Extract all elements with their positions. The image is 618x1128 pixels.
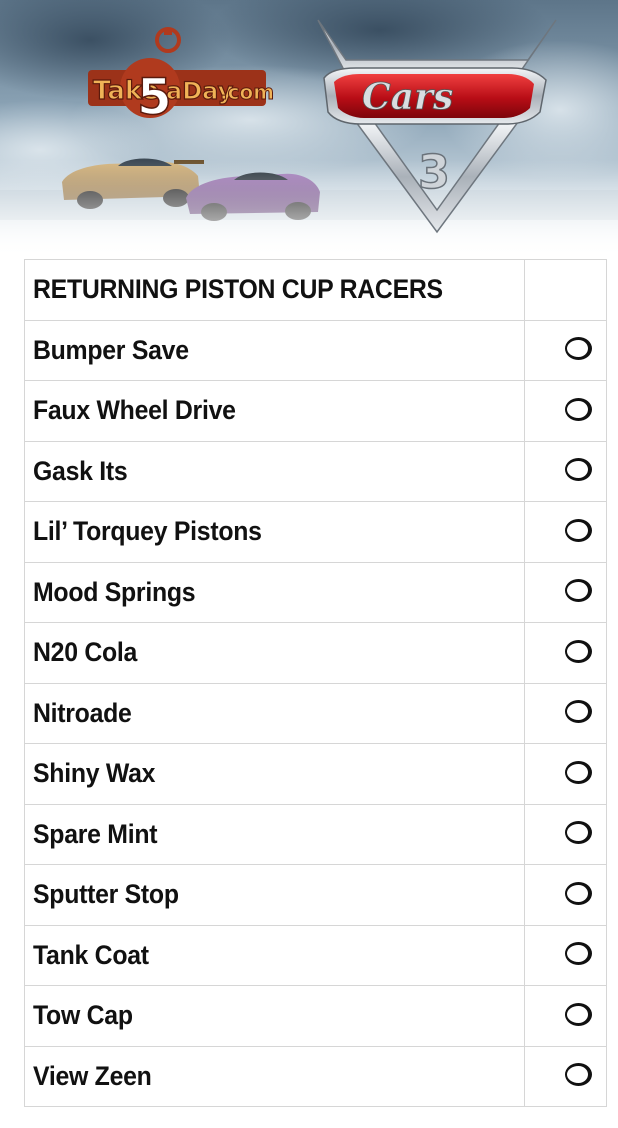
checklist-checkbox-cell	[524, 864, 607, 926]
checklist-checkbox-cell	[524, 743, 607, 805]
checkbox-circle-icon[interactable]	[565, 700, 592, 724]
checklist-header-label: RETURNING PISTON CUP RACERS	[33, 274, 443, 305]
checkbox-circle-icon[interactable]	[565, 337, 592, 361]
checklist-item-name: Gask Its	[33, 455, 128, 486]
logo-text-com: .com	[220, 80, 274, 104]
checklist-checkbox-cell	[524, 985, 607, 1047]
header-banner: Take 5 aDay .com Cars 3	[0, 0, 618, 258]
checklist-item-name: Faux Wheel Drive	[33, 395, 236, 426]
checklist-item-name-cell: N20 Cola	[24, 622, 525, 684]
checklist-row: Gask Its	[24, 440, 607, 502]
checklist-row: Bumper Save	[24, 319, 607, 381]
checklist-header-blank	[524, 259, 607, 321]
cars-number: 3	[418, 145, 450, 199]
checklist-checkbox-cell	[524, 622, 607, 684]
checkbox-circle-icon[interactable]	[565, 1063, 592, 1087]
checkbox-circle-icon[interactable]	[565, 1002, 592, 1026]
checklist-checkbox-cell	[524, 380, 607, 442]
checklist-item-name-cell: Spare Mint	[24, 803, 525, 865]
checkbox-circle-icon[interactable]	[565, 518, 592, 542]
checklist-header: RETURNING PISTON CUP RACERS	[24, 259, 525, 321]
checklist-row: Spare Mint	[24, 803, 607, 865]
checklist-item-name: Mood Springs	[33, 576, 196, 607]
checklist-item-name: N20 Cola	[33, 637, 138, 668]
checklist-item-name: Bumper Save	[33, 334, 189, 365]
checklist-item-name-cell: Faux Wheel Drive	[24, 380, 525, 442]
checklist-item-name-cell: Tank Coat	[24, 924, 525, 986]
checklist-item-name: Tow Cap	[33, 1000, 133, 1031]
cars-wordmark: Cars	[362, 76, 453, 118]
checklist-item-name-cell: View Zeen	[24, 1045, 525, 1107]
checklist-item-name-cell: Shiny Wax	[24, 743, 525, 805]
checkbox-circle-icon[interactable]	[565, 760, 592, 784]
checkbox-circle-icon[interactable]	[565, 397, 592, 421]
checklist-row: Tank Coat	[24, 924, 607, 986]
checklist-row: Tow Cap	[24, 985, 607, 1047]
checklist-row: Lil’ Torquey Pistons	[24, 501, 607, 563]
checkbox-circle-icon[interactable]	[565, 942, 592, 966]
checklist-item-name-cell: Bumper Save	[24, 319, 525, 381]
checklist-item-name-cell: Tow Cap	[24, 985, 525, 1047]
checklist-item-name: Tank Coat	[33, 939, 149, 970]
checklist-checkbox-cell	[524, 561, 607, 623]
checklist-item-name-cell: Lil’ Torquey Pistons	[24, 501, 525, 563]
checkbox-circle-icon[interactable]	[565, 881, 592, 905]
checklist-checkbox-cell	[524, 501, 607, 563]
checklist-item-name: Shiny Wax	[33, 758, 156, 789]
checklist-header-row: RETURNING PISTON CUP RACERS	[24, 259, 607, 321]
checklist-item-name-cell: Sputter Stop	[24, 864, 525, 926]
checkbox-circle-icon[interactable]	[565, 579, 592, 603]
checklist-checkbox-cell	[524, 803, 607, 865]
checkbox-circle-icon[interactable]	[565, 821, 592, 845]
checklist-checkbox-cell	[524, 682, 607, 744]
checklist-checkbox-cell	[524, 1045, 607, 1107]
checklist-row: Mood Springs	[24, 561, 607, 623]
checklist-checkbox-cell	[524, 319, 607, 381]
checkbox-circle-icon[interactable]	[565, 458, 592, 482]
checklist-checkbox-cell	[524, 924, 607, 986]
checkbox-circle-icon[interactable]	[565, 639, 592, 663]
checklist-item-name: Sputter Stop	[33, 879, 179, 910]
checklist-checkbox-cell	[524, 440, 607, 502]
checklist-row: N20 Cola	[24, 622, 607, 684]
checklist-row: View Zeen	[24, 1045, 607, 1107]
checklist-item-name-cell: Gask Its	[24, 440, 525, 502]
checklist-row: Nitroade	[24, 682, 607, 744]
checklist-item-name: View Zeen	[33, 1060, 152, 1091]
checklist-row: Shiny Wax	[24, 743, 607, 805]
checklist-item-name: Spare Mint	[33, 818, 158, 849]
checklist-item-name-cell: Mood Springs	[24, 561, 525, 623]
checklist-table: RETURNING PISTON CUP RACERS Bumper Save F…	[24, 259, 607, 1107]
banner-art: Take 5 aDay .com Cars 3	[0, 0, 618, 258]
checklist-item-name: Lil’ Torquey Pistons	[33, 516, 262, 547]
checklist-row: Faux Wheel Drive	[24, 380, 607, 442]
checklist-row: Sputter Stop	[24, 864, 607, 926]
checklist-item-name: Nitroade	[33, 697, 132, 728]
checklist-item-name-cell: Nitroade	[24, 682, 525, 744]
